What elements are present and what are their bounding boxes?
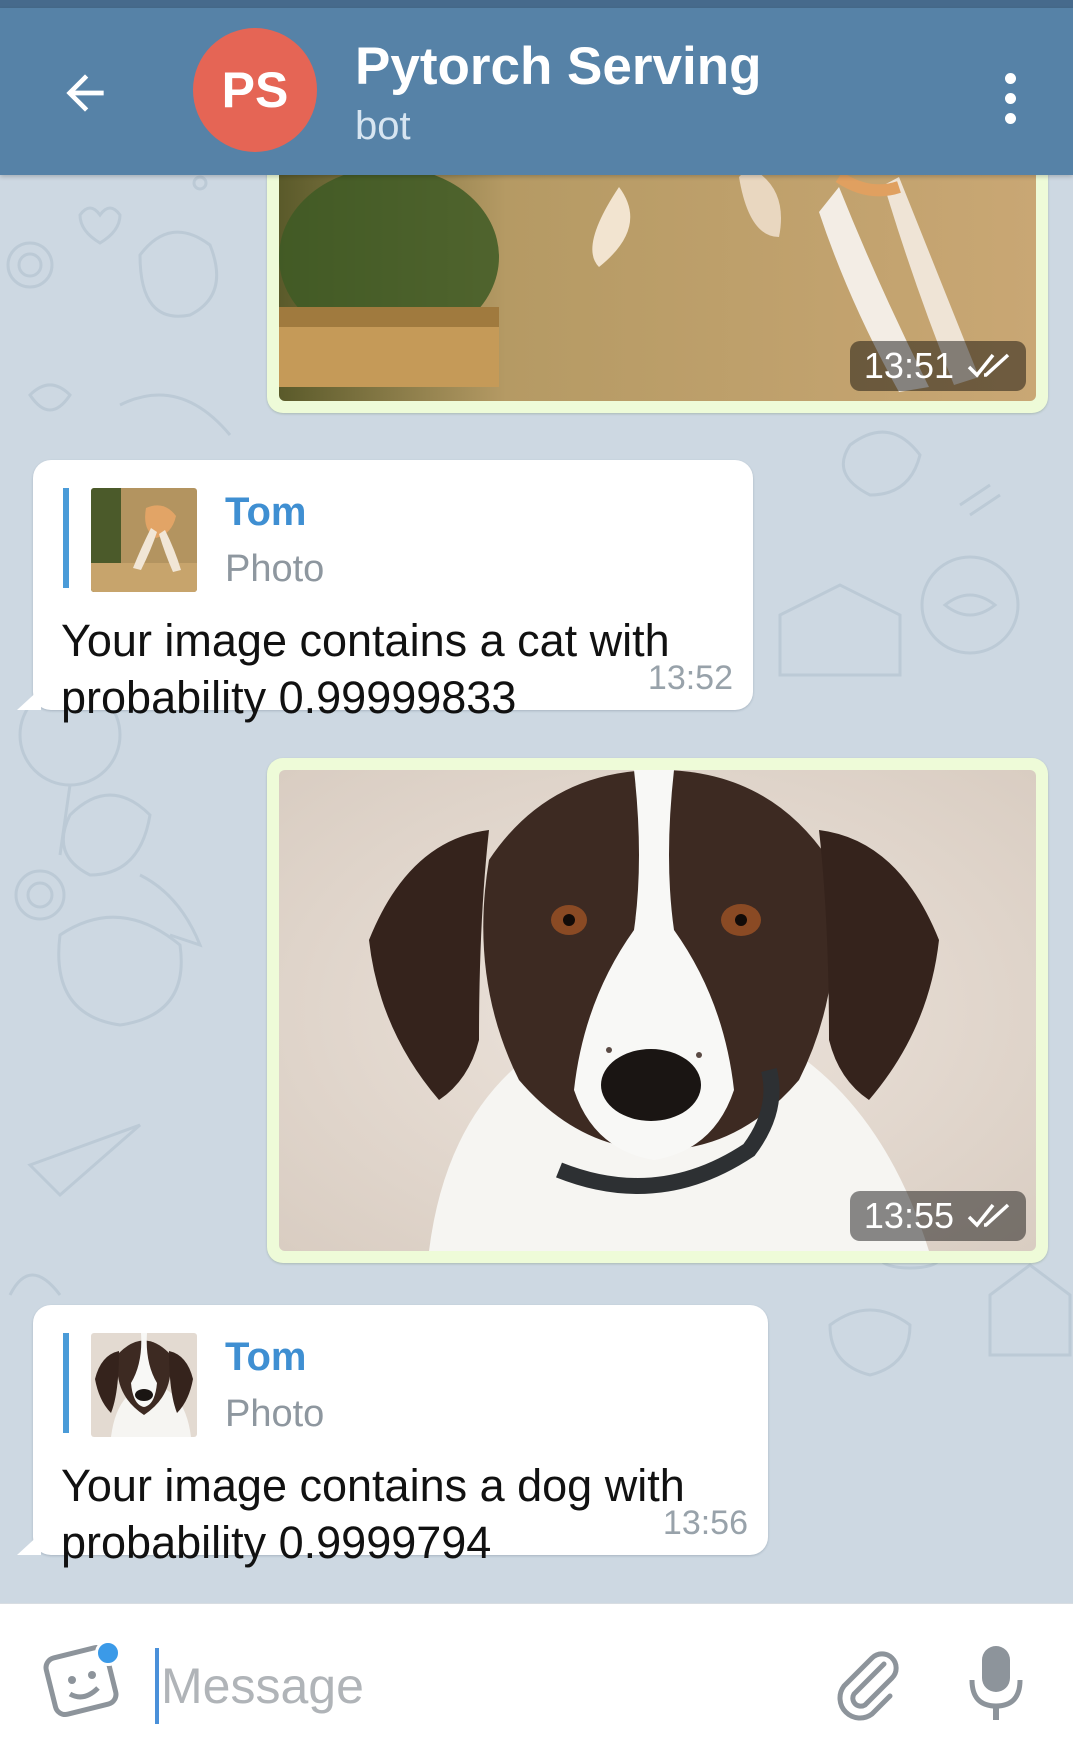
message-time: 13:52 — [647, 659, 733, 697]
paperclip-icon — [837, 1651, 899, 1721]
more-options-button[interactable] — [980, 53, 1040, 143]
chat-title[interactable]: Pytorch Serving — [355, 36, 761, 97]
reply-text-line: probability 0.99999833 — [61, 672, 517, 723]
message-time: 13:56 — [662, 1504, 748, 1542]
outgoing-photo-message[interactable]: 13:55 — [267, 758, 1048, 1263]
message-input[interactable] — [155, 1648, 775, 1724]
incoming-reply-message[interactable]: Tom Photo Your image contains a dog with… — [33, 1305, 768, 1568]
double-check-icon — [967, 1203, 1010, 1228]
reply-text: Your image contains a cat with probabili… — [61, 612, 670, 726]
reply-text-line: Your image contains a cat with — [61, 615, 670, 666]
message-time: 13:51 — [863, 345, 954, 386]
quote-thumbnail-cat — [91, 488, 197, 592]
back-arrow-icon — [66, 74, 104, 112]
attach-button[interactable] — [826, 1642, 916, 1732]
chat-header: PS Pytorch Serving bot — [0, 8, 1073, 175]
sticker-notification-dot — [95, 1640, 121, 1666]
more-vertical-icon — [1004, 72, 1016, 84]
chat-avatar[interactable]: PS — [193, 28, 317, 152]
chat-subtitle: bot — [355, 104, 411, 148]
chat-area[interactable]: 13:51 Tom Photo Your image contains a ca… — [0, 175, 1073, 1603]
status-strip — [0, 0, 1073, 8]
voice-message-button[interactable] — [956, 1640, 1046, 1730]
reply-text-line: Your image contains a dog with — [61, 1460, 685, 1511]
message-composer — [0, 1603, 1073, 1741]
quote-sender-name: Tom — [225, 1335, 307, 1379]
back-button[interactable] — [40, 48, 130, 138]
dog-photo-image — [279, 770, 1036, 1251]
incoming-reply-message[interactable]: Tom Photo Your image contains a cat with… — [33, 460, 753, 723]
quote-media-type: Photo — [225, 548, 325, 590]
quote-media-type: Photo — [225, 1393, 325, 1435]
reply-text-line: probability 0.9999794 — [61, 1517, 492, 1568]
photo-time-badge: 13:51 — [849, 341, 1026, 391]
photo-time-badge: 13:55 — [849, 1191, 1026, 1241]
outgoing-photo-message[interactable]: 13:51 — [267, 175, 1048, 413]
quote-sender-name: Tom — [225, 490, 307, 534]
double-check-icon — [967, 353, 1010, 378]
microphone-icon — [969, 1646, 1023, 1720]
dog-photo[interactable] — [279, 770, 1036, 1251]
reply-text: Your image contains a dog with probabili… — [61, 1457, 685, 1571]
quote-thumbnail-dog — [91, 1333, 197, 1437]
message-time: 13:55 — [863, 1195, 954, 1236]
